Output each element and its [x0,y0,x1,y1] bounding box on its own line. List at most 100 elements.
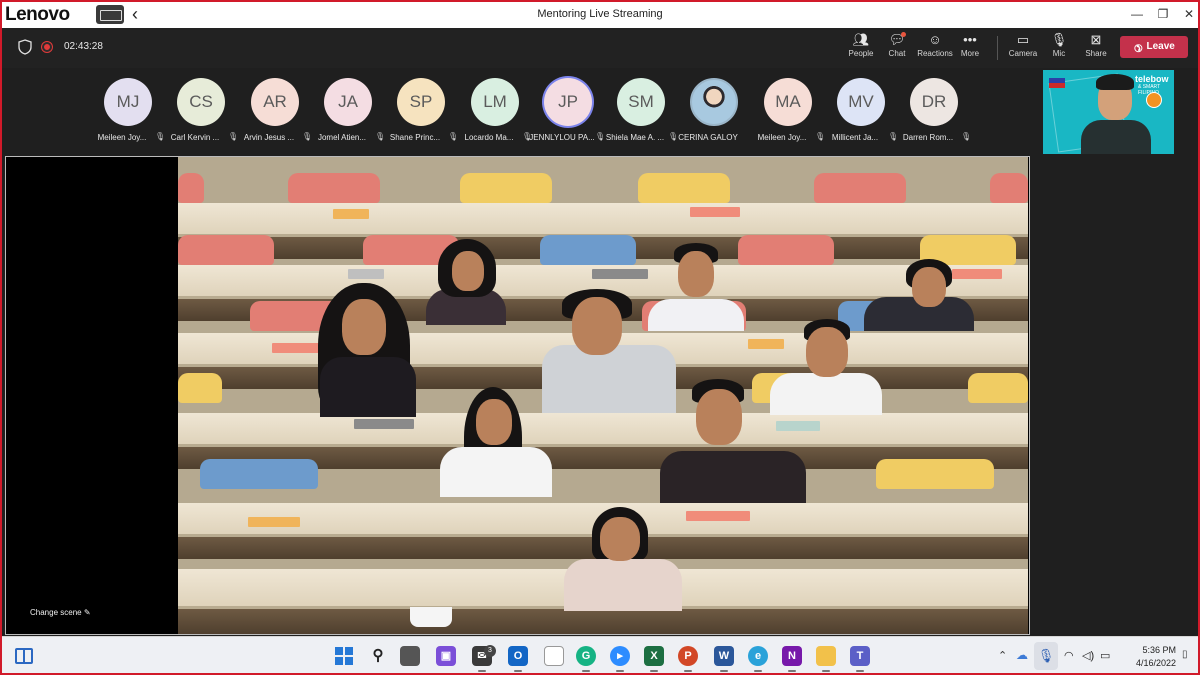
mic-in-use-icon[interactable]: 🎙︎ [1034,642,1058,670]
edge-icon[interactable]: e [748,646,768,672]
share-button[interactable]: ⊠ Share [1076,31,1116,65]
notification-badge: 3 [484,645,496,657]
teams-icon[interactable]: T [850,646,870,672]
chat-app-icon[interactable]: ▣ [436,646,456,666]
seat [178,173,204,203]
participant-name: Millicent Ja... [831,133,879,142]
participant-name: JENNLYLOU PA... [529,133,595,142]
mic-button[interactable]: 🎙︎ Mic [1039,31,1079,65]
phone-icon: ✆ [1130,40,1145,55]
outlook-icon[interactable]: O [508,646,528,672]
change-scene-button[interactable]: Change scene ✎ [30,608,91,617]
book [354,419,414,429]
book [748,339,784,349]
windows-taskbar: ⚲ ▣ ✉ 3 O G ▸ X P W e N T ⌃ ☁ 🎙︎ ◠ ◁) ▭ … [2,636,1198,673]
seat [638,173,730,203]
brand-badge-icon [1146,92,1162,108]
self-person-body [1081,120,1151,154]
participant-tile[interactable]: MV Millicent Ja... 🎙︎ [826,70,898,148]
participant-name: Shane Princ... [389,133,441,142]
seat [968,373,1028,403]
people-button[interactable]: 👥︎ People [841,31,881,65]
meeting-toolbar: 02:43:28 👥︎ People 💬︎ Chat ☺ Reactions •… [2,28,1198,68]
book [348,269,384,279]
avatar: DR [910,78,958,126]
seat [738,235,834,265]
participant-tile[interactable]: JA Jomel Atien... 🎙︎ [313,70,385,148]
window-title: Mentoring Live Streaming [537,8,663,20]
participant-tile[interactable]: DR Darren Rom... 🎙︎ [899,70,972,148]
avatar: MV [837,78,885,126]
zoom-icon[interactable]: ▸ [610,646,630,672]
seat [814,173,906,203]
leave-button[interactable]: ✆ Leave [1120,36,1188,58]
avatar: JA [324,78,372,126]
seat [990,173,1028,203]
participant-tile[interactable]: MA Meileen Joy... 🎙︎ [753,70,825,148]
avatar: AR [251,78,299,126]
avatar: JP [544,78,592,126]
lecture-hall-scene [178,157,1028,634]
seat [288,173,380,203]
search-icon[interactable]: ⚲ [368,646,388,666]
battery-icon[interactable]: ▭ [1100,649,1110,662]
avatar: MA [764,78,812,126]
participant-tile[interactable]: JP JENNLYLOU PA... 🎙︎ [529,70,605,148]
clock-time[interactable]: 5:36 PM [1126,645,1176,655]
tray-overflow-icon[interactable]: ⌃ [998,649,1007,662]
participant-tile[interactable]: CERINA GALOY [678,70,749,148]
minimize-button[interactable]: — [1124,5,1150,23]
camera-button[interactable]: ▭ Camera [1003,31,1043,65]
onenote-icon[interactable]: N [782,646,802,672]
close-button[interactable]: ✕ [1176,5,1198,23]
avatar: SM [617,78,665,126]
mic-muted-icon: 🎙︎ [961,132,972,141]
word-icon[interactable]: W [714,646,734,672]
file-explorer-icon[interactable] [816,646,836,672]
shield-icon[interactable] [18,39,32,55]
more-button[interactable]: ••• More [950,31,990,65]
avatar: SP [397,78,445,126]
wifi-icon[interactable]: ◠ [1064,649,1074,662]
participant-tile[interactable]: LM Locardo Ma... 🎙︎ [460,70,532,148]
participant-tile[interactable]: CS Carl Kervin ... 🎙︎ [166,70,238,148]
desk-front [178,609,1028,634]
participant-name: Shiela Mae A. ... [605,133,665,142]
chat-button[interactable]: 💬︎ Chat [877,31,917,65]
start-menu-icon[interactable] [334,646,354,666]
book [776,421,820,431]
task-view-icon[interactable] [400,646,420,666]
onedrive-icon[interactable]: ☁ [1016,648,1028,662]
book [333,209,369,219]
more-dots-icon: ••• [963,32,977,47]
meeting-timer: 02:43:28 [64,41,103,52]
participant-tile[interactable]: SP Shane Princ... 🎙︎ [386,70,458,148]
excel-icon[interactable]: X [644,646,664,672]
file-icon[interactable] [544,646,564,666]
participant-name: Locardo Ma... [464,133,514,142]
volume-icon[interactable]: ◁) [1082,649,1094,662]
participant-name: Arvin Jesus ... [243,133,295,142]
notifications-icon[interactable]: ▯ [1182,649,1188,660]
powerpoint-icon[interactable]: P [678,646,698,672]
participant-tile[interactable]: SM Shiela Mae A. ... 🎙︎ [606,70,678,148]
participant-tile[interactable]: AR Arvin Jesus ... 🎙︎ [240,70,312,148]
participant-name: Meileen Joy... [757,133,807,142]
widgets-icon[interactable] [15,648,33,664]
people-icon: 👥︎ [852,32,870,47]
grammarly-icon[interactable]: G [576,646,596,672]
app-window: Lenovo ‹ Mentoring Live Streaming — ❐ ✕ … [0,0,1200,675]
flag-icon [1049,78,1065,88]
book [686,511,750,521]
toolbar-divider [997,36,998,60]
participant-tile[interactable]: MJ Meileen Joy... 🎙︎ [93,70,165,148]
background-brand-text: telebow [1135,74,1169,84]
seat [178,235,274,265]
seat [178,373,222,403]
self-video-tile[interactable]: telebow & SMART FILIPINO [1043,70,1174,154]
camera-label: Camera [1008,49,1038,58]
desk-row [178,413,1028,447]
clock-date[interactable]: 4/16/2022 [1122,658,1176,668]
book [592,269,648,279]
maximize-button[interactable]: ❐ [1150,5,1176,23]
